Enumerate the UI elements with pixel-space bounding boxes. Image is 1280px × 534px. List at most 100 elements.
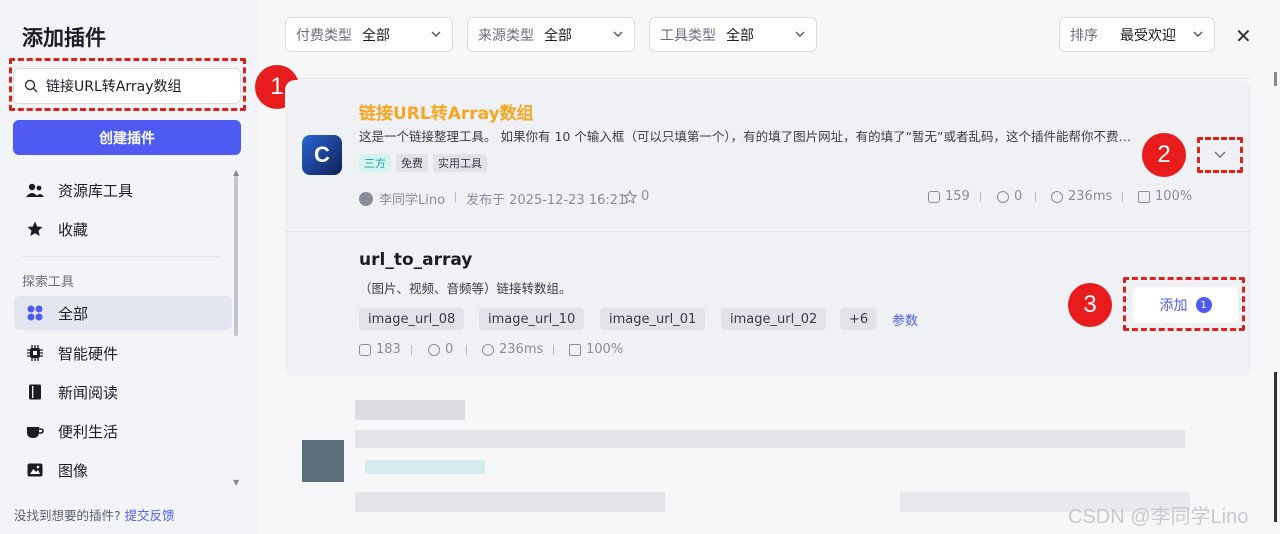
chat-icon — [428, 343, 440, 356]
stat-value: 0 — [1014, 189, 1023, 204]
clock-icon — [482, 343, 494, 356]
annotation-badge-3: 3 — [1068, 283, 1112, 327]
category-news[interactable]: 新闻阅读 — [14, 375, 232, 409]
scroll-down-arrow-icon[interactable]: ▼ — [233, 478, 239, 487]
plugin-stars[interactable]: 0 — [623, 189, 649, 204]
blurred-icon — [302, 440, 344, 482]
plugin-description: 这是一个链接整理工具。 如果你有 10 个输入框（可以只填第一个），有的填了图片… — [359, 129, 1132, 144]
image-icon — [26, 461, 44, 479]
tag-third-party: 三方 — [359, 154, 391, 172]
feedback-text: 没找到想要的插件? 提交反馈 — [14, 508, 175, 523]
filter-value: 全部 — [544, 27, 572, 44]
separator — [466, 345, 467, 355]
tag-utility: 实用工具 — [433, 154, 487, 172]
panel-title: 添加插件 — [22, 26, 106, 50]
filter-label: 来源类型 — [478, 27, 534, 44]
tool-calls: 183 — [359, 342, 401, 357]
param-chip: image_url_01 — [600, 308, 706, 330]
chat-icon — [997, 190, 1009, 203]
param-more-chip[interactable]: +6 — [840, 308, 878, 330]
plugin-logo-icon: C — [302, 135, 342, 175]
annotation-highlight-expand — [1197, 137, 1243, 173]
stat-value: 100% — [1155, 189, 1193, 204]
tool-latency: 236ms — [482, 342, 543, 357]
scrollbar-top[interactable] — [1274, 72, 1277, 86]
separator — [980, 192, 981, 202]
coffee-icon — [26, 422, 44, 440]
param-chip: image_url_02 — [721, 308, 827, 330]
blurred-title — [355, 400, 465, 420]
stat-value: 236ms — [499, 342, 544, 357]
plugin-success: 100% — [1138, 189, 1192, 204]
users-icon — [26, 181, 44, 199]
separator — [1035, 192, 1036, 202]
chevron-down-icon — [613, 31, 623, 37]
category-life[interactable]: 便利生活 — [14, 414, 232, 448]
plugin-card[interactable] — [285, 80, 1251, 377]
sidebar-item-favorites[interactable]: 收藏 — [14, 212, 232, 246]
sidebar-item-label: 收藏 — [58, 220, 89, 239]
chip-icon — [26, 344, 44, 362]
blurred-description — [355, 430, 1185, 448]
bot-icon — [359, 343, 371, 356]
separator — [553, 345, 554, 355]
book-icon — [26, 383, 44, 401]
chevron-down-icon — [431, 31, 441, 37]
filter-pay-type[interactable]: 付费类型 全部 — [285, 17, 453, 52]
plugin-author[interactable]: 李同学Lino — [359, 189, 445, 208]
filter-source-type[interactable]: 来源类型 全部 — [467, 17, 635, 52]
star-count: 0 — [641, 189, 650, 204]
category-label: 图像 — [58, 461, 89, 480]
separator — [411, 345, 412, 355]
stat-value: 100% — [586, 342, 624, 357]
sidebar-item-library-tools[interactable]: 资源库工具 — [14, 173, 232, 207]
stat-value: 183 — [376, 342, 401, 357]
tool-name: url_to_array — [359, 250, 473, 270]
sort-select[interactable]: 排序 最受欢迎 — [1059, 17, 1215, 52]
plugin-published: 发布于 2025-12-23 16:21 — [466, 193, 627, 208]
section-label: 探索工具 — [22, 275, 75, 290]
plugin-latency: 236ms — [1051, 189, 1112, 204]
tool-description: （图片、视频、音频等）链接转数组。 — [359, 281, 572, 296]
close-icon[interactable]: ✕ — [1235, 24, 1252, 48]
sort-value: 最受欢迎 — [1120, 27, 1176, 44]
main-scrollbar[interactable] — [1274, 372, 1277, 522]
category-image[interactable]: 图像 — [14, 453, 232, 487]
param-chip: image_url_08 — [359, 308, 465, 330]
param-chip: image_url_10 — [479, 308, 585, 330]
params-link[interactable]: 参数 — [892, 310, 918, 329]
tool-success: 100% — [569, 342, 623, 357]
divider — [22, 256, 222, 257]
category-label: 便利生活 — [58, 422, 119, 441]
tag-free: 免费 — [396, 154, 428, 172]
feedback-link[interactable]: 提交反馈 — [125, 508, 175, 523]
category-smart-hardware[interactable]: 智能硬件 — [14, 336, 232, 370]
filter-label: 工具类型 — [660, 27, 716, 44]
filter-value: 全部 — [362, 27, 390, 44]
message-icon — [569, 343, 581, 356]
stat-value: 0 — [445, 342, 454, 357]
stat-value: 159 — [945, 189, 970, 204]
category-all[interactable]: 全部 — [14, 296, 232, 330]
plugin-comments: 0 — [997, 189, 1022, 204]
stat-value: 236ms — [1068, 189, 1113, 204]
annotation-badge-2: 2 — [1142, 133, 1186, 177]
plugin-title[interactable]: 链接URL转Array数组 — [359, 99, 534, 124]
sidebar-scrollbar[interactable] — [234, 176, 238, 336]
divider — [298, 78, 1250, 79]
blurred-meta — [355, 492, 665, 512]
create-plugin-button[interactable]: 创建插件 — [13, 120, 241, 155]
avatar — [359, 191, 373, 206]
filter-tool-type[interactable]: 工具类型 全部 — [649, 17, 817, 52]
divider — [285, 231, 1251, 232]
filter-value: 全部 — [726, 27, 754, 44]
tool-comments: 0 — [428, 342, 453, 357]
author-name: 李同学Lino — [379, 193, 446, 208]
sort-label: 排序 — [1070, 27, 1098, 44]
chevron-down-icon — [1193, 31, 1203, 37]
plugin-calls: 159 — [928, 189, 970, 204]
category-label: 新闻阅读 — [58, 383, 119, 402]
separator — [455, 192, 456, 202]
clock-icon — [1051, 190, 1063, 203]
message-icon — [1138, 190, 1150, 203]
